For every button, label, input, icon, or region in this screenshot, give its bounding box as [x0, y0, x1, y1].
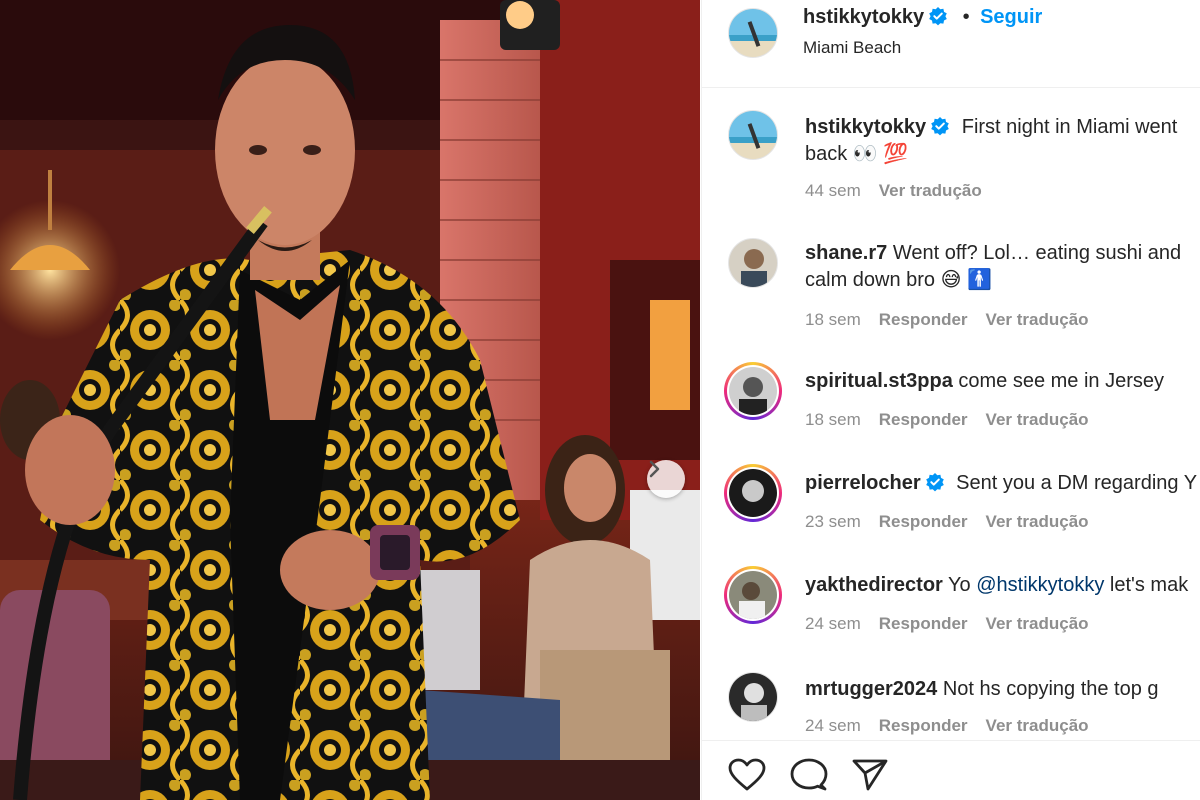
commenter-username[interactable]: pierrelocher	[805, 472, 921, 494]
comment-text-line2: calm down bro 😅 🚹	[805, 269, 992, 291]
comment-age[interactable]: 18 sem	[805, 410, 861, 429]
commenter-avatar[interactable]	[728, 672, 778, 722]
comment-age[interactable]: 23 sem	[805, 512, 861, 531]
comment-bubble-icon[interactable]	[790, 758, 828, 799]
reply-button[interactable]: Responder	[879, 310, 968, 329]
translate-button[interactable]: Ver tradução	[986, 310, 1089, 329]
person-avatar-image	[729, 239, 777, 287]
caption-age[interactable]: 44 sem	[805, 181, 861, 200]
comment-age[interactable]: 24 sem	[805, 614, 861, 633]
beach-avatar-image	[729, 111, 777, 159]
person-avatar-image	[729, 469, 777, 517]
caption-text-line2: back 👀 💯	[805, 143, 909, 165]
comment-age[interactable]: 24 sem	[805, 716, 861, 735]
verified-badge-icon	[925, 472, 945, 500]
reply-button[interactable]: Responder	[879, 614, 968, 633]
next-photo-button[interactable]	[647, 460, 685, 498]
translate-button[interactable]: Ver tradução	[986, 512, 1089, 531]
post-header: hstikkytokky • Seguir Miami Beach	[702, 0, 1200, 88]
comment-text-suffix: let's mak	[1109, 574, 1189, 596]
verified-badge-icon	[930, 116, 950, 144]
separator-dot: •	[962, 6, 970, 28]
caption-text: First night in Miami went	[961, 116, 1178, 138]
commenter-username[interactable]: spiritual.st3ppa	[805, 370, 953, 392]
comment-text-prefix: Yo	[948, 574, 971, 596]
commenter-username[interactable]: shane.r7	[805, 242, 887, 264]
author-username[interactable]: hstikkytokky	[803, 6, 924, 28]
comment-text: Sent you a DM regarding Y	[956, 472, 1198, 494]
comment-text: Not hs copying the top g	[942, 678, 1159, 700]
comment-age[interactable]: 18 sem	[805, 310, 861, 329]
person-avatar-image	[729, 367, 777, 415]
person-avatar-image	[729, 673, 777, 721]
comment-text: come see me in Jersey	[958, 370, 1165, 392]
post-location[interactable]: Miami Beach	[803, 38, 901, 58]
comment-text: Went off? Lol… eating sushi and	[892, 242, 1182, 264]
reply-button[interactable]: Responder	[879, 512, 968, 531]
commenter-avatar[interactable]	[724, 566, 782, 624]
verified-badge-icon	[928, 6, 948, 31]
commenter-avatar[interactable]	[728, 238, 778, 288]
mention-link[interactable]: @hstikkytokky	[976, 574, 1104, 596]
caption-avatar[interactable]	[728, 110, 778, 160]
chevron-right-icon	[649, 460, 660, 478]
paper-plane-icon[interactable]	[852, 758, 888, 797]
commenter-username[interactable]: mrtugger2024	[805, 678, 937, 700]
commenter-avatar[interactable]	[724, 464, 782, 522]
translate-button[interactable]: Ver tradução	[986, 410, 1089, 429]
translate-button[interactable]: Ver tradução	[879, 181, 982, 200]
translate-button[interactable]: Ver tradução	[986, 716, 1089, 735]
post-photo	[0, 0, 700, 800]
caption-username[interactable]: hstikkytokky	[805, 116, 926, 138]
reply-button[interactable]: Responder	[879, 410, 968, 429]
author-avatar[interactable]	[728, 8, 778, 58]
commenter-username[interactable]: yakthedirector	[805, 574, 943, 596]
post-action-bar	[702, 740, 1200, 800]
post-image	[0, 0, 700, 800]
follow-button[interactable]: Seguir	[980, 6, 1042, 28]
heart-icon[interactable]	[728, 758, 766, 797]
commenter-avatar[interactable]	[724, 362, 782, 420]
beach-avatar-image	[729, 9, 777, 57]
person-avatar-image	[729, 571, 777, 619]
post-side-panel: hstikkytokky • Seguir Miami Beach hstikk…	[701, 0, 1200, 800]
translate-button[interactable]: Ver tradução	[986, 614, 1089, 633]
reply-button[interactable]: Responder	[879, 716, 968, 735]
